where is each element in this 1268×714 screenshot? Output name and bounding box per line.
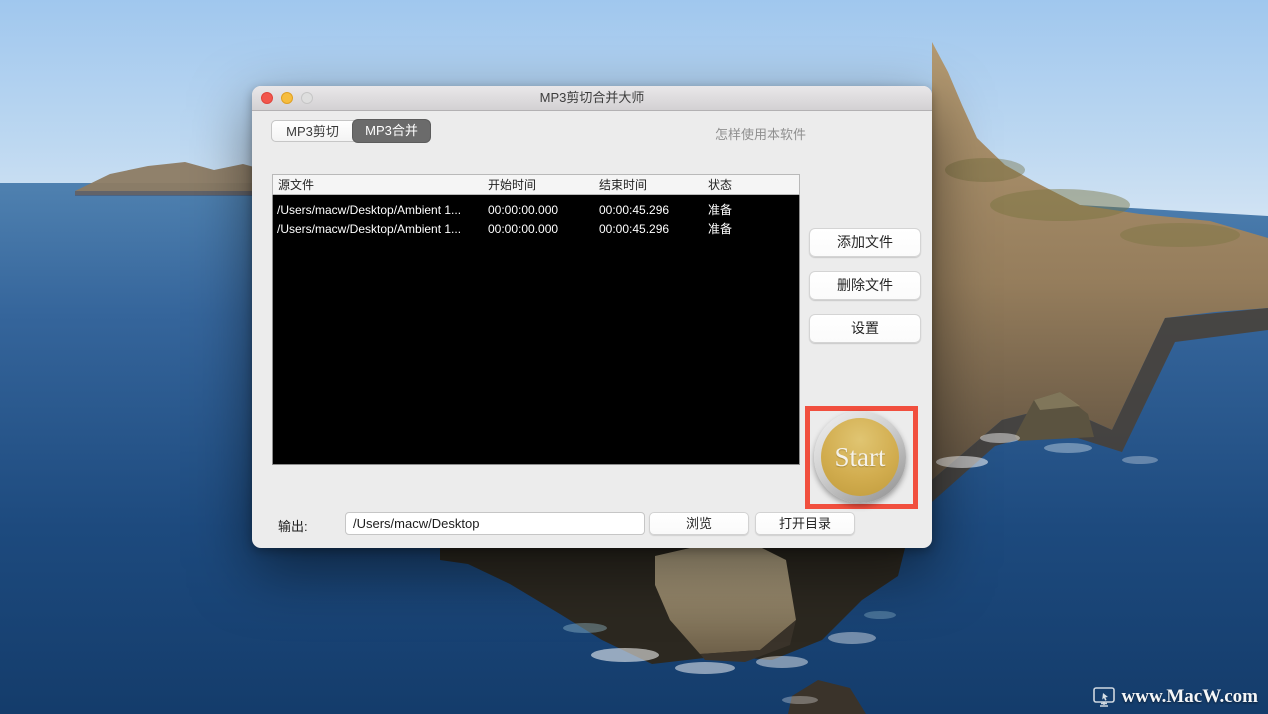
column-end-time: 结束时间: [594, 176, 703, 193]
table-row[interactable]: /Users/macw/Desktop/Ambient 1... 00:00:0…: [273, 219, 799, 238]
cell-end-time: 00:00:45.296: [595, 203, 704, 217]
window-titlebar[interactable]: MP3剪切合并大师: [252, 86, 932, 111]
cell-status: 准备: [704, 201, 799, 218]
settings-button[interactable]: 设置: [809, 314, 921, 343]
open-directory-button[interactable]: 打开目录: [755, 512, 855, 535]
cell-end-time: 00:00:45.296: [595, 222, 704, 236]
start-button-face: Start: [821, 418, 899, 496]
start-button-label: Start: [835, 442, 886, 473]
cell-source: /Users/macw/Desktop/Ambient 1...: [273, 222, 484, 236]
window-content: MP3剪切 MP3合并 怎样使用本软件 源文件 开始时间 结束时间 状态 /Us…: [252, 110, 932, 548]
tab-mp3-cut[interactable]: MP3剪切: [271, 120, 353, 142]
cell-source: /Users/macw/Desktop/Ambient 1...: [273, 203, 484, 217]
add-file-button[interactable]: 添加文件: [809, 228, 921, 257]
table-header: 源文件 开始时间 结束时间 状态: [272, 174, 800, 195]
browse-button[interactable]: 浏览: [649, 512, 749, 535]
output-path-input[interactable]: [345, 512, 645, 535]
table-body[interactable]: /Users/macw/Desktop/Ambient 1... 00:00:0…: [272, 195, 800, 465]
column-status: 状态: [703, 176, 799, 193]
cell-status: 准备: [704, 220, 799, 237]
output-row: 输出: 浏览 打开目录: [252, 512, 932, 535]
file-table: 源文件 开始时间 结束时间 状态 /Users/macw/Desktop/Amb…: [272, 174, 800, 465]
table-row[interactable]: /Users/macw/Desktop/Ambient 1... 00:00:0…: [273, 200, 799, 219]
start-button[interactable]: Start: [814, 411, 906, 503]
column-start-time: 开始时间: [483, 176, 594, 193]
cell-start-time: 00:00:00.000: [484, 222, 595, 236]
help-link[interactable]: 怎样使用本软件: [715, 124, 806, 143]
remove-file-button[interactable]: 删除文件: [809, 271, 921, 300]
watermark-text: www.MacW.com: [1122, 686, 1259, 708]
column-source: 源文件: [273, 176, 483, 193]
app-window: MP3剪切合并大师 MP3剪切 MP3合并 怎样使用本软件 源文件 开始时间 结…: [252, 86, 932, 548]
monitor-icon: [1093, 687, 1117, 707]
mode-segmented-control: MP3剪切 MP3合并: [271, 120, 430, 142]
watermark: www.MacW.com: [1093, 686, 1259, 708]
output-label: 输出:: [278, 516, 308, 535]
cell-start-time: 00:00:00.000: [484, 203, 595, 217]
tab-mp3-merge[interactable]: MP3合并: [353, 120, 430, 142]
window-title: MP3剪切合并大师: [252, 86, 932, 110]
